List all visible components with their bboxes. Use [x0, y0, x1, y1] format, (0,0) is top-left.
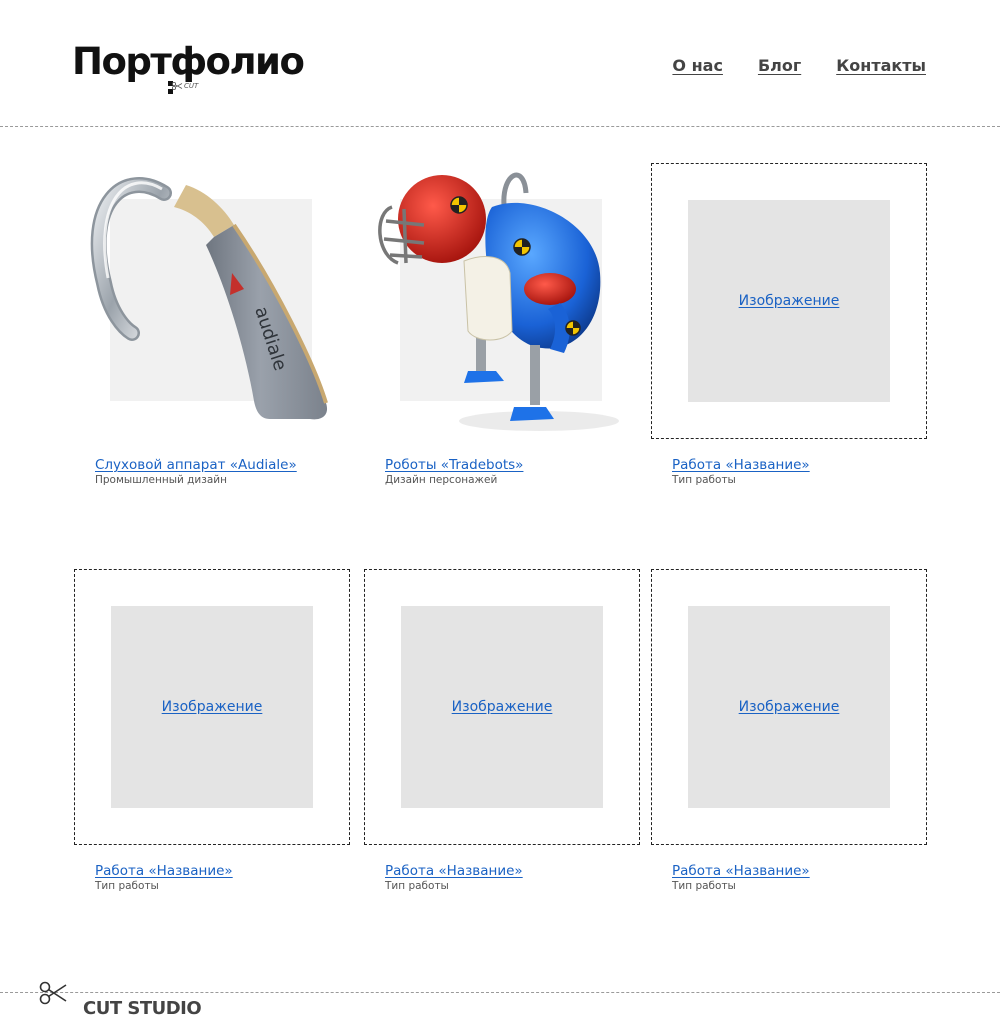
hearing-aid-image: audiale — [90, 177, 328, 420]
footer-divider — [0, 992, 1000, 993]
image-placeholder: Изображение — [111, 606, 313, 808]
work-image-robot[interactable] — [364, 163, 640, 439]
work-type: Дизайн персонажей — [385, 474, 498, 486]
scissors-icon — [171, 81, 183, 91]
work-type: Промышленный дизайн — [95, 474, 227, 486]
cut-label: CUT — [184, 82, 199, 90]
work-caption: Работа «Название» Тип работы — [95, 863, 355, 892]
work-caption: Слуховой аппарат «Audiale» Промышленный … — [95, 457, 355, 486]
main-nav: О нас Блог Контакты — [672, 56, 926, 75]
work-type: Тип работы — [672, 474, 736, 486]
work-title-link[interactable]: Работа «Название» — [672, 863, 932, 879]
cut-mark: CUT — [168, 81, 204, 95]
work-image-placeholder: Изображение — [74, 569, 350, 845]
work-image-placeholder: Изображение — [651, 569, 927, 845]
header-divider — [0, 126, 1000, 127]
work-image-hearing-aid[interactable]: audiale — [74, 163, 350, 439]
work-image-placeholder: Изображение — [364, 569, 640, 845]
work-title-link[interactable]: Работа «Название» — [95, 863, 355, 879]
work-caption: Работа «Название» Тип работы — [672, 457, 932, 486]
image-placeholder: Изображение — [401, 606, 603, 808]
work-title-link[interactable]: Работа «Название» — [385, 863, 645, 879]
work-caption: Работа «Название» Тип работы — [385, 863, 645, 892]
image-placeholder: Изображение — [688, 200, 890, 402]
work-title-link[interactable]: Слуховой аппарат «Audiale» — [95, 457, 355, 473]
footer-brand: CUT STUDIO — [83, 998, 202, 1019]
image-placeholder-link[interactable]: Изображение — [452, 699, 553, 715]
work-title-link[interactable]: Работа «Название» — [672, 457, 932, 473]
image-placeholder-link[interactable]: Изображение — [162, 699, 263, 715]
work-type: Тип работы — [672, 880, 736, 892]
work-title-link[interactable]: Роботы «Tradebots» — [385, 457, 645, 473]
page-title: Портфолио — [72, 40, 305, 83]
image-placeholder-link[interactable]: Изображение — [739, 293, 840, 309]
nav-link-about[interactable]: О нас — [672, 56, 723, 75]
image-placeholder-link[interactable]: Изображение — [739, 699, 840, 715]
work-caption: Роботы «Tradebots» Дизайн персонажей — [385, 457, 645, 486]
scissors-icon — [39, 981, 67, 1005]
work-image-placeholder: Изображение — [651, 163, 927, 439]
work-type: Тип работы — [95, 880, 159, 892]
work-type: Тип работы — [385, 880, 449, 892]
image-placeholder: Изображение — [688, 606, 890, 808]
robot-image — [378, 172, 619, 431]
nav-link-blog[interactable]: Блог — [758, 56, 801, 75]
nav-link-contacts[interactable]: Контакты — [836, 56, 926, 75]
work-caption: Работа «Название» Тип работы — [672, 863, 932, 892]
